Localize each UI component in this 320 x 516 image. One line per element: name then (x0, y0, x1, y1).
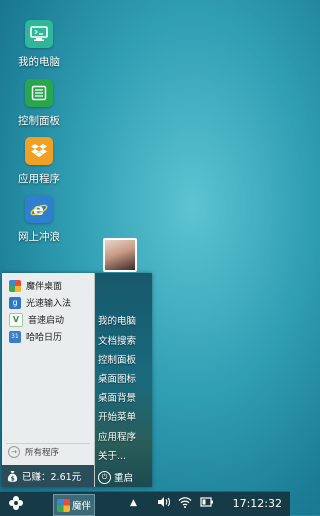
ie-browser-icon: e (25, 195, 53, 223)
start-menu-item-mobanzhuomian[interactable]: 魔伴桌面 (2, 277, 94, 294)
input-method-icon: g (9, 296, 21, 309)
start-menu-item-calendar[interactable]: 31 哈哈日历 (2, 328, 94, 345)
computer-icon (25, 20, 53, 48)
right-item-about[interactable]: 关于... (98, 448, 126, 462)
start-menu-item-input-method[interactable]: g 光速输入法 (2, 294, 94, 311)
battery-icon[interactable] (200, 496, 214, 511)
taskbar: 魔伴 ▲ 17:12:32 (0, 491, 290, 516)
mobanzhuomian-icon (9, 279, 21, 292)
restart-button[interactable]: ⏻ 重启 (98, 470, 133, 484)
right-item-control-panel[interactable]: 控制面板 (98, 352, 136, 366)
start-menu-item-label: 音速启动 (28, 316, 65, 326)
desktop-icon-web-browser[interactable]: e 网上冲浪 (4, 195, 74, 244)
start-menu-item-label: 光速输入法 (26, 299, 72, 309)
flower-logo-icon (9, 496, 23, 510)
right-item-applications[interactable]: 应用程序 (98, 429, 136, 443)
desktop-icon-my-computer[interactable]: 我的电脑 (4, 20, 74, 69)
money-bag-icon: $ (7, 471, 18, 483)
volume-icon[interactable] (157, 496, 171, 511)
desktop-icon-label: 控制面板 (18, 115, 60, 127)
right-item-start-menu[interactable]: 开始菜单 (98, 409, 136, 423)
desktop-icon-applications[interactable]: 应用程序 (4, 137, 74, 186)
right-item-my-computer[interactable]: 我的电脑 (98, 313, 136, 327)
wifi-icon[interactable] (178, 496, 192, 511)
calendar-icon: 31 (9, 330, 21, 343)
avatar[interactable] (103, 238, 137, 272)
earnings-label: 已赚：2.61元 (22, 472, 82, 483)
all-programs-label: 所有程序 (25, 448, 60, 458)
dropbox-icon (25, 137, 53, 165)
right-item-desktop-icons[interactable]: 桌面图标 (98, 371, 136, 385)
clock[interactable]: 17:12:32 (233, 497, 282, 510)
desktop-icon-label: 应用程序 (18, 173, 60, 185)
desktop-icon-label: 我的电脑 (18, 56, 60, 68)
start-menu-app-list: 魔伴桌面 g 光速输入法 V 音速启动 31 哈哈日历 → 所有程序 (2, 273, 95, 487)
right-item-desktop-background[interactable]: 桌面背景 (98, 390, 136, 404)
mobanzhuomian-icon (57, 498, 70, 512)
restart-label: 重启 (114, 473, 134, 484)
start-button[interactable] (6, 495, 26, 513)
start-menu-item-label: 魔伴桌面 (26, 282, 63, 292)
power-icon: ⏻ (98, 470, 111, 484)
start-menu-item-vstart[interactable]: V 音速启动 (2, 311, 94, 328)
right-item-document-search[interactable]: 文档搜索 (98, 333, 136, 347)
desktop-icon-label: 网上冲浪 (18, 231, 60, 243)
vstart-icon: V (9, 312, 23, 327)
all-programs-button[interactable]: → 所有程序 (6, 443, 90, 460)
earnings-bar[interactable]: $ 已赚：2.61元 (2, 465, 94, 487)
desktop-icon-control-panel[interactable]: 控制面板 (4, 79, 74, 128)
start-menu-item-label: 哈哈日历 (26, 333, 63, 343)
tray-expand-icon[interactable]: ▲ (130, 498, 137, 508)
arrow-right-icon: → (8, 446, 20, 458)
taskbar-app-button[interactable]: 魔伴 (53, 494, 95, 516)
taskbar-app-label: 魔伴 (72, 501, 92, 512)
control-panel-icon (25, 79, 53, 107)
svg-text:$: $ (11, 476, 15, 483)
